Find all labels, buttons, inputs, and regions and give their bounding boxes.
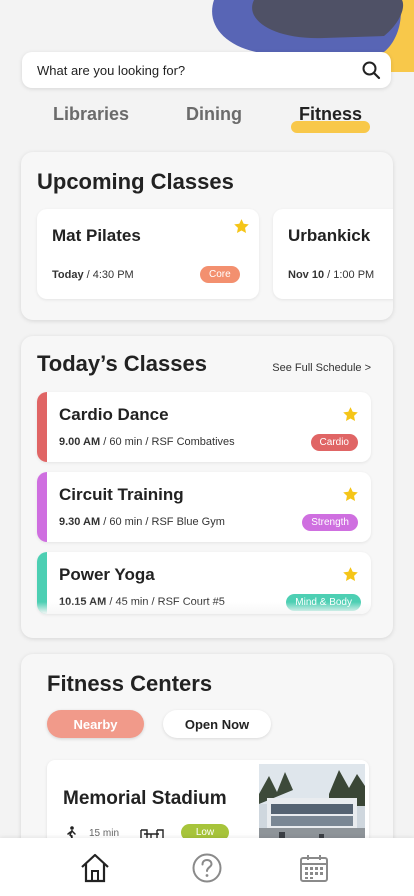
- class-name: Power Yoga: [59, 565, 155, 584]
- home-icon[interactable]: [79, 852, 111, 884]
- filter-nearby[interactable]: Nearby: [47, 710, 144, 738]
- class-time: Today / 4:30 PM: [52, 269, 134, 281]
- upcoming-class-item[interactable]: Mat Pilates Today / 4:30 PM Core: [37, 209, 259, 299]
- star-icon[interactable]: [342, 486, 359, 503]
- calendar-icon[interactable]: [298, 852, 330, 884]
- category-color-bar: [37, 392, 47, 462]
- category-badge: Core: [200, 266, 240, 283]
- class-name: Cardio Dance: [59, 405, 169, 424]
- help-icon[interactable]: [191, 852, 223, 884]
- category-badge: Strength: [302, 514, 358, 531]
- center-name: Memorial Stadium: [63, 788, 227, 809]
- star-icon[interactable]: [342, 566, 359, 583]
- search-input[interactable]: What are you looking for?: [37, 63, 361, 78]
- tab-libraries[interactable]: Libraries: [53, 104, 129, 125]
- search-bar[interactable]: What are you looking for?: [22, 52, 391, 88]
- category-color-bar: [37, 472, 47, 542]
- fitness-centers-card: Fitness Centers Nearby Open Now Memorial…: [21, 654, 393, 854]
- class-list-item[interactable]: Power Yoga 10.15 AM / 45 min / RSF Court…: [37, 552, 371, 614]
- category-badge: Cardio: [310, 434, 358, 451]
- class-list-item[interactable]: Circuit Training 9.30 AM / 60 min / RSF …: [37, 472, 371, 542]
- class-name: Urbankick: [288, 226, 371, 245]
- upcoming-class-item[interactable]: Urbankick Nov 10 / 1:00 PM: [273, 209, 393, 299]
- upcoming-classes-title: Upcoming Classes: [37, 169, 234, 194]
- tab-fitness[interactable]: Fitness: [291, 104, 371, 133]
- class-name: Mat Pilates: [52, 226, 141, 245]
- fitness-center-item[interactable]: Memorial Stadium 15 min Low: [47, 760, 369, 850]
- see-full-schedule-link[interactable]: See Full Schedule >: [272, 362, 371, 374]
- tab-fitness-label: Fitness: [299, 104, 363, 124]
- search-icon[interactable]: [361, 60, 381, 80]
- bottom-navigation: [0, 838, 414, 896]
- tab-dining[interactable]: Dining: [186, 104, 242, 125]
- star-icon[interactable]: [233, 218, 250, 235]
- todays-classes-title: Today’s Classes: [37, 351, 207, 376]
- upcoming-classes-card: Upcoming Classes Mat Pilates Today / 4:3…: [21, 152, 393, 320]
- todays-classes-card: Today’s Classes See Full Schedule > Card…: [21, 336, 393, 638]
- class-time: Nov 10 / 1:00 PM: [288, 269, 375, 281]
- fitness-centers-title: Fitness Centers: [47, 671, 213, 696]
- category-tabs: Libraries Dining Fitness: [0, 104, 414, 136]
- filter-open-now[interactable]: Open Now: [163, 710, 271, 738]
- scroll-fade: [37, 602, 371, 614]
- class-name: Circuit Training: [59, 485, 184, 504]
- class-details: 9.30 AM / 60 min / RSF Blue Gym: [59, 516, 225, 528]
- class-list-item[interactable]: Cardio Dance 9.00 AM / 60 min / RSF Comb…: [37, 392, 371, 462]
- star-icon[interactable]: [342, 406, 359, 423]
- class-details: 9.00 AM / 60 min / RSF Combatives: [59, 436, 235, 448]
